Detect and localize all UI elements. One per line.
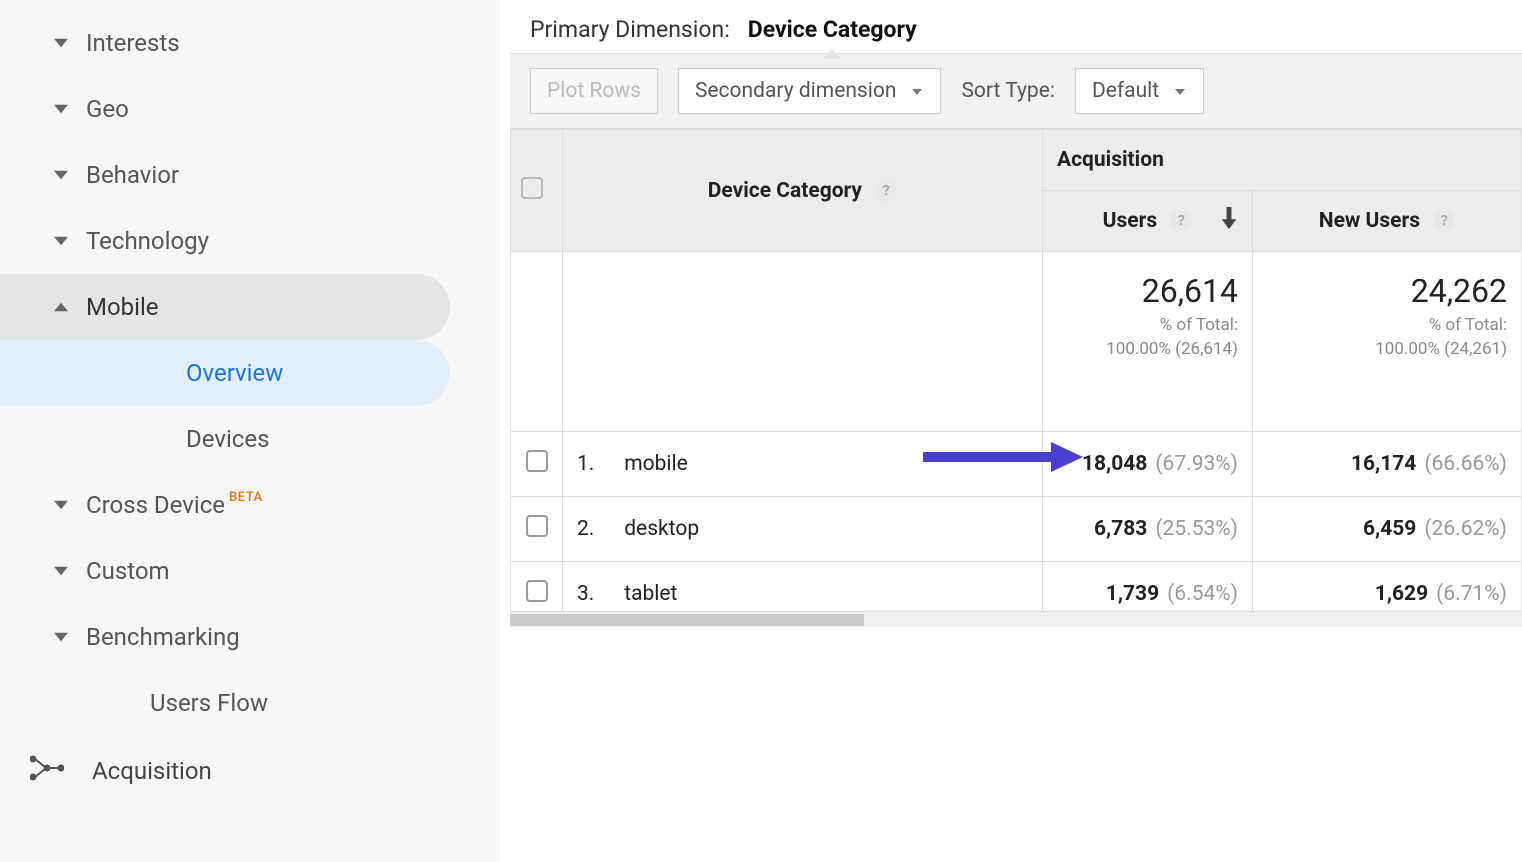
sidebar-item-label: Geo xyxy=(86,95,129,123)
plot-rows-button: Plot Rows xyxy=(530,68,658,114)
new-users-cell: 16,174(66.66%) xyxy=(1253,432,1522,497)
column-users-header[interactable]: Users ? xyxy=(1043,191,1253,252)
sidebar-item-mobile[interactable]: Mobile xyxy=(0,274,450,340)
acquisition-icon xyxy=(30,755,64,787)
sidebar-item-label: Mobile xyxy=(86,293,159,321)
caret-down-icon xyxy=(36,234,86,248)
secondary-dimension-dropdown[interactable]: Secondary dimension xyxy=(678,68,942,114)
dimension-cell[interactable]: 1. mobile xyxy=(563,432,1043,497)
sidebar-item-geo[interactable]: Geo xyxy=(0,76,500,142)
column-new-users-header[interactable]: New Users ? xyxy=(1253,191,1522,252)
sort-type-dropdown[interactable]: Default xyxy=(1075,68,1204,114)
sidebar-item-label: Benchmarking xyxy=(86,623,240,651)
sidebar-item-label: Devices xyxy=(186,425,269,453)
users-cell: 6,783(25.53%) xyxy=(1043,497,1253,562)
data-table-wrap: Device Category ? Acquisition Users ? Ne… xyxy=(510,129,1522,627)
sidebar: Interests Geo Behavior Technology Mobile… xyxy=(0,0,500,862)
sidebar-item-technology[interactable]: Technology xyxy=(0,208,500,274)
sidebar-item-label: Custom xyxy=(86,557,170,585)
sidebar-item-label: Overview xyxy=(186,359,283,387)
sidebar-section-acquisition[interactable]: Acquisition xyxy=(0,736,500,806)
summary-users: 26,614 % of Total:100.00% (26,614) xyxy=(1043,252,1253,432)
horizontal-scrollbar[interactable] xyxy=(510,611,1522,627)
caret-up-icon xyxy=(36,300,86,314)
select-all-checkbox[interactable] xyxy=(521,177,543,199)
sidebar-item-devices[interactable]: Devices xyxy=(0,406,500,472)
caret-down-icon xyxy=(36,168,86,182)
sidebar-item-cross-device[interactable]: Cross Device BETA xyxy=(0,472,500,538)
sidebar-item-interests[interactable]: Interests xyxy=(0,10,500,76)
table-toolbar: Plot Rows Secondary dimension Sort Type:… xyxy=(510,54,1522,129)
column-dimension-header[interactable]: Device Category ? xyxy=(563,130,1043,252)
dimension-cell[interactable]: 2. desktop xyxy=(563,497,1043,562)
data-table: Device Category ? Acquisition Users ? Ne… xyxy=(510,129,1522,627)
caret-down-icon xyxy=(910,79,924,103)
sort-desc-icon xyxy=(1220,207,1238,235)
table-row: 1. mobile 18,048(67.93%) 16,174(66.66%) xyxy=(511,432,1522,497)
primary-dimension-label: Primary Dimension: xyxy=(530,16,730,43)
table-row: 2. desktop 6,783(25.53%) 6,459(26.62%) xyxy=(511,497,1522,562)
help-icon[interactable]: ? xyxy=(1170,210,1192,232)
scrollbar-thumb[interactable] xyxy=(510,614,864,626)
users-cell: 18,048(67.93%) xyxy=(1043,432,1253,497)
table-summary-row: 26,614 % of Total:100.00% (26,614) 24,26… xyxy=(511,252,1522,432)
help-icon[interactable]: ? xyxy=(1433,210,1455,232)
sort-type-label: Sort Type: xyxy=(961,79,1055,103)
new-users-cell: 6,459(26.62%) xyxy=(1253,497,1522,562)
sidebar-item-label: Behavior xyxy=(86,161,179,189)
row-checkbox[interactable] xyxy=(526,580,548,602)
caret-down-icon xyxy=(1173,79,1187,103)
sidebar-item-overview[interactable]: Overview xyxy=(0,340,450,406)
caret-down-icon xyxy=(36,630,86,644)
main-content: Primary Dimension: Device Category Plot … xyxy=(510,0,1522,862)
sidebar-item-label: Interests xyxy=(86,29,180,57)
primary-dimension-value[interactable]: Device Category xyxy=(748,16,917,43)
sort-type-value: Default xyxy=(1092,79,1159,103)
sidebar-section-label: Acquisition xyxy=(92,757,212,785)
sidebar-item-benchmarking[interactable]: Benchmarking xyxy=(0,604,500,670)
row-checkbox[interactable] xyxy=(526,515,548,537)
primary-dimension-row: Primary Dimension: Device Category xyxy=(510,0,1522,54)
sidebar-item-users-flow[interactable]: Users Flow xyxy=(0,670,500,736)
sidebar-item-label: Users Flow xyxy=(150,689,268,717)
summary-new-users: 24,262 % of Total:100.00% (24,261) xyxy=(1253,252,1522,432)
sidebar-item-label: Cross Device xyxy=(86,491,225,519)
row-checkbox[interactable] xyxy=(526,450,548,472)
column-checkbox-header xyxy=(511,130,563,252)
sidebar-item-custom[interactable]: Custom xyxy=(0,538,500,604)
caret-down-icon xyxy=(36,498,86,512)
secondary-dimension-label: Secondary dimension xyxy=(695,79,897,103)
caret-down-icon xyxy=(36,102,86,116)
tab-pointer-icon xyxy=(822,49,842,59)
sidebar-item-label: Technology xyxy=(86,227,209,255)
column-group-acquisition: Acquisition xyxy=(1043,130,1522,191)
beta-badge: BETA xyxy=(229,490,263,505)
help-icon[interactable]: ? xyxy=(875,180,897,202)
caret-down-icon xyxy=(36,564,86,578)
sidebar-item-behavior[interactable]: Behavior xyxy=(0,142,500,208)
caret-down-icon xyxy=(36,36,86,50)
